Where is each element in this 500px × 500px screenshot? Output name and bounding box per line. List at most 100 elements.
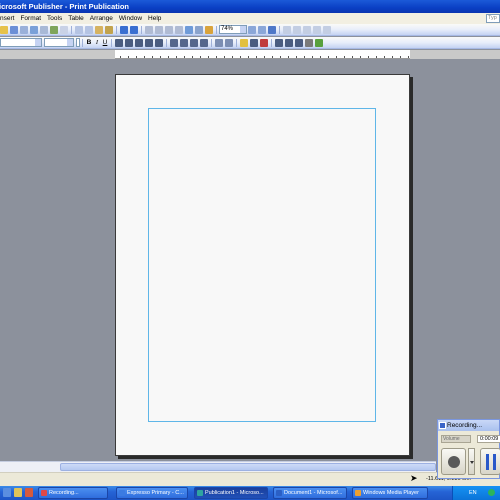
taskbar-button-media-player[interactable]: Windows Media Player bbox=[352, 487, 428, 499]
save-icon[interactable] bbox=[10, 25, 18, 34]
scrollbar-thumb[interactable] bbox=[60, 463, 436, 471]
zoom-out-icon[interactable] bbox=[248, 25, 256, 34]
next-box-icon[interactable] bbox=[323, 25, 331, 34]
arrow-style-icon[interactable] bbox=[295, 38, 303, 47]
font-size-combo[interactable] bbox=[76, 38, 80, 47]
redo-icon[interactable] bbox=[130, 25, 138, 34]
taskbar-button-expresso[interactable]: Expresso Primary - C... bbox=[116, 487, 188, 499]
align-center-icon[interactable] bbox=[125, 38, 133, 47]
system-tray: EN bbox=[452, 486, 500, 500]
create-link-icon[interactable] bbox=[293, 25, 301, 34]
menu-help[interactable]: Help bbox=[145, 15, 164, 22]
quick-launch-app-icon[interactable] bbox=[25, 488, 33, 497]
decrease-font-icon[interactable] bbox=[215, 38, 223, 47]
zoom-combo[interactable]: 74% bbox=[219, 25, 247, 34]
paste-icon[interactable] bbox=[95, 25, 103, 34]
research-icon[interactable] bbox=[60, 25, 68, 34]
tray-status-icon[interactable] bbox=[488, 489, 495, 496]
format-painter-icon[interactable] bbox=[105, 25, 113, 34]
recording-app-icon bbox=[41, 490, 47, 496]
increase-indent-icon[interactable] bbox=[200, 38, 208, 47]
recording-widget: Recording... Volume 0:00:09 bbox=[437, 419, 500, 479]
taskbar-button-label: Windows Media Player bbox=[363, 490, 419, 496]
search-icon[interactable] bbox=[20, 25, 28, 34]
chevron-down-icon[interactable] bbox=[35, 39, 41, 46]
italic-button[interactable]: I bbox=[93, 39, 101, 47]
help-search-input[interactable]: Typ bbox=[486, 14, 500, 23]
zoom-in-icon[interactable] bbox=[258, 25, 266, 34]
menu-arrange[interactable]: Arrange bbox=[87, 15, 116, 22]
fill-color-icon[interactable] bbox=[240, 38, 248, 47]
horizontal-scrollbar[interactable] bbox=[0, 461, 436, 472]
open-icon[interactable] bbox=[0, 25, 8, 34]
formatting-toolbar: B I U bbox=[0, 37, 500, 49]
horizontal-ruler[interactable] bbox=[0, 50, 500, 59]
spelling-icon[interactable] bbox=[50, 25, 58, 34]
font-combo[interactable] bbox=[44, 38, 74, 47]
previous-box-icon[interactable] bbox=[313, 25, 321, 34]
taskbar-button-label: Recording... bbox=[49, 490, 79, 496]
copy-icon[interactable] bbox=[85, 25, 93, 34]
print-preview-icon[interactable] bbox=[40, 25, 48, 34]
menu-window[interactable]: Window bbox=[116, 15, 145, 22]
print-icon[interactable] bbox=[30, 25, 38, 34]
toolbar-separator bbox=[71, 25, 72, 34]
bullets-icon[interactable] bbox=[180, 38, 188, 47]
pause-icon bbox=[486, 454, 489, 470]
increase-font-icon[interactable] bbox=[225, 38, 233, 47]
group-icon[interactable] bbox=[175, 25, 183, 34]
recording-title: Recording... bbox=[447, 422, 483, 429]
menu-table[interactable]: Table bbox=[65, 15, 87, 22]
dash-style-icon[interactable] bbox=[285, 38, 293, 47]
pause-button[interactable] bbox=[480, 448, 500, 475]
pilcrow-icon[interactable] bbox=[205, 25, 213, 34]
menu-tools[interactable]: Tools bbox=[44, 15, 65, 22]
insert-hyperlink-icon[interactable] bbox=[185, 25, 193, 34]
taskbar-button-publication[interactable]: Publication1 - Microso... bbox=[194, 487, 268, 499]
cut-icon[interactable] bbox=[75, 25, 83, 34]
shadow-style-icon[interactable] bbox=[305, 38, 313, 47]
rotate-icon[interactable] bbox=[165, 25, 173, 34]
columns-icon[interactable] bbox=[195, 25, 203, 34]
word-icon bbox=[276, 490, 282, 496]
decrease-indent-icon[interactable] bbox=[190, 38, 198, 47]
taskbar-button-document[interactable]: Document1 - Microsof... bbox=[273, 487, 347, 499]
break-link-icon[interactable] bbox=[303, 25, 311, 34]
connect-text-boxes-icon[interactable] bbox=[283, 25, 291, 34]
pause-icon bbox=[493, 454, 496, 470]
justify-icon[interactable] bbox=[145, 38, 153, 47]
toolbar-separator bbox=[279, 25, 280, 34]
recording-title-bar[interactable]: Recording... bbox=[438, 420, 499, 431]
recording-device-select[interactable]: Volume bbox=[441, 435, 471, 443]
help-icon[interactable] bbox=[268, 25, 276, 34]
bring-to-front-icon[interactable] bbox=[145, 25, 153, 34]
bold-button[interactable]: B bbox=[85, 39, 93, 47]
style-combo[interactable] bbox=[0, 38, 42, 47]
distribute-icon[interactable] bbox=[155, 38, 163, 47]
taskbar-button-recording[interactable]: Recording... bbox=[38, 487, 108, 499]
numbering-icon[interactable] bbox=[170, 38, 178, 47]
chevron-down-icon[interactable] bbox=[67, 39, 73, 46]
quick-launch-folder-icon[interactable] bbox=[14, 488, 22, 497]
align-right-icon[interactable] bbox=[135, 38, 143, 47]
menu-format[interactable]: Format bbox=[17, 15, 44, 22]
record-options-button[interactable] bbox=[468, 448, 475, 475]
recording-time: 0:00:09 bbox=[477, 435, 500, 443]
chevron-down-icon[interactable] bbox=[240, 26, 246, 33]
undo-icon[interactable] bbox=[120, 25, 128, 34]
language-indicator[interactable]: EN bbox=[469, 488, 477, 498]
menu-insert[interactable]: nsert bbox=[0, 15, 17, 22]
toolbar-separator bbox=[141, 25, 142, 34]
line-color-icon[interactable] bbox=[250, 38, 258, 47]
toolbar-separator bbox=[111, 38, 112, 47]
record-dot-icon bbox=[448, 456, 460, 468]
taskbar-button-label: Document1 - Microsof... bbox=[284, 490, 343, 496]
record-button[interactable] bbox=[441, 448, 466, 475]
align-left-icon[interactable] bbox=[115, 38, 123, 47]
underline-button[interactable]: U bbox=[101, 39, 109, 47]
quick-launch-desktop-icon[interactable] bbox=[3, 488, 11, 497]
font-color-icon[interactable] bbox=[260, 38, 268, 47]
3d-style-icon[interactable] bbox=[315, 38, 323, 47]
line-style-icon[interactable] bbox=[275, 38, 283, 47]
send-to-back-icon[interactable] bbox=[155, 25, 163, 34]
